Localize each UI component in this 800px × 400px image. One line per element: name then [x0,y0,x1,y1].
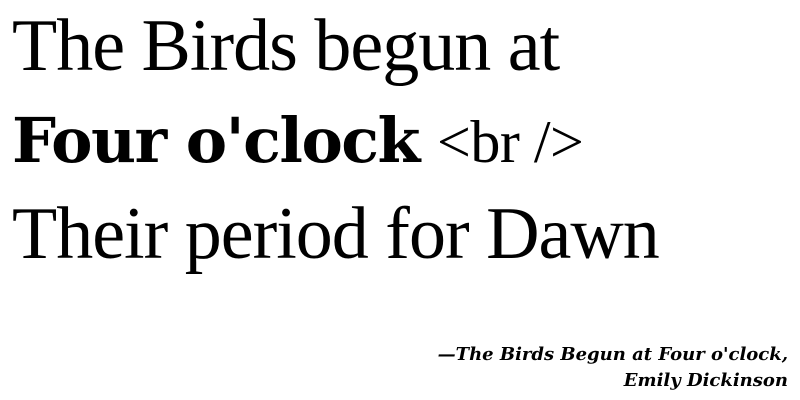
attribution-title: —The Birds Begun at Four o'clock, [437,344,788,365]
br-tag-text: <br /> [437,109,584,175]
attribution-author: Emily Dickinson [623,370,788,391]
poem-line-3: Their period for Dawn [12,193,660,275]
poem-line-2-bold: Four o'clock [12,104,421,177]
poem-line-1: The Birds begun at [12,5,560,87]
poem-text: The Birds begun at Four o'clock <br /> Th… [12,0,792,280]
poem-line-2: Four o'clock <br /> [12,92,792,188]
attribution: —The Birds Begun at Four o'clock, Emily … [438,342,788,394]
